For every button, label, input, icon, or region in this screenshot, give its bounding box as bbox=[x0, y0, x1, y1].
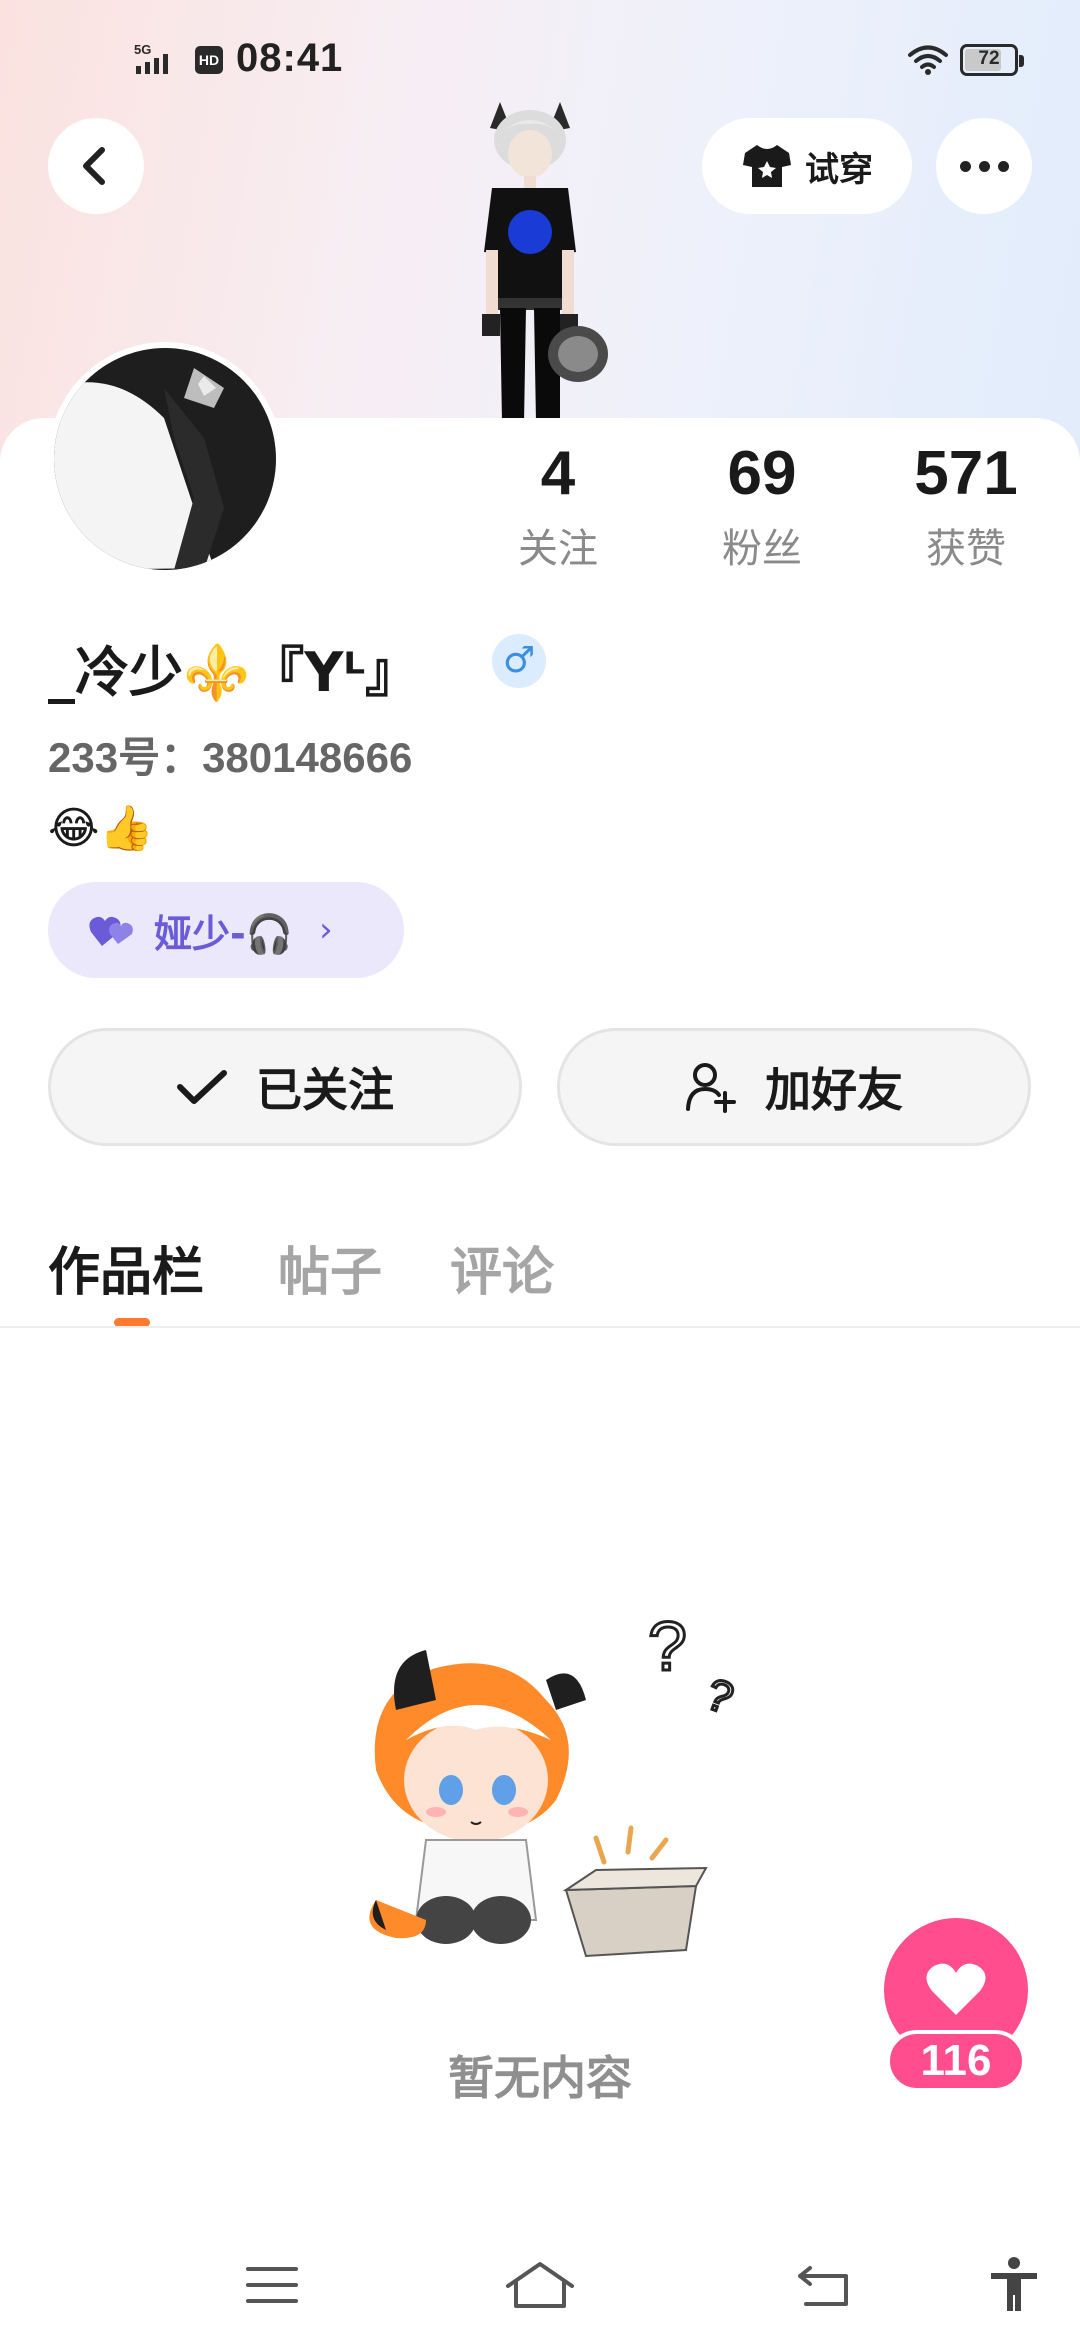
wifi-icon bbox=[908, 45, 948, 75]
more-options-button[interactable] bbox=[936, 118, 1032, 214]
battery-icon: 72 bbox=[960, 44, 1024, 76]
hd-badge: HD bbox=[195, 46, 223, 74]
add-friend-label: 加好友 bbox=[765, 1063, 903, 1117]
content-tabs: 作品栏 帖子 评论 bbox=[0, 1230, 1080, 1330]
stat-label: 获赞 bbox=[926, 526, 1006, 572]
back-arrow-icon bbox=[83, 147, 105, 185]
bio: 😂👍 bbox=[48, 803, 155, 854]
stat-value: 69 bbox=[727, 439, 797, 508]
avatar[interactable] bbox=[48, 342, 282, 576]
tab-works[interactable]: 作品栏 bbox=[48, 1230, 204, 1305]
menu-icon bbox=[246, 2267, 298, 2303]
avatar-image bbox=[54, 348, 276, 570]
checkmark-icon bbox=[177, 1070, 227, 1104]
tab-comments[interactable]: 评论 bbox=[450, 1230, 554, 1305]
like-button[interactable]: 116 bbox=[884, 1918, 1028, 2092]
home-icon bbox=[506, 2262, 574, 2308]
stat-label: 关注 bbox=[518, 526, 598, 572]
chevron-right-icon: › bbox=[319, 910, 333, 950]
empty-state-illustration: ? ? bbox=[369, 1606, 741, 1958]
stat-following[interactable]: 4 关注 bbox=[468, 438, 648, 574]
stat-value: 4 bbox=[540, 439, 576, 508]
try-on-label: 试穿 bbox=[805, 149, 873, 190]
heart-icon bbox=[926, 1963, 986, 2015]
stat-label: 粉丝 bbox=[722, 526, 802, 572]
like-count: 116 bbox=[886, 2030, 1026, 2092]
menu-nav-button[interactable] bbox=[232, 2250, 312, 2320]
more-dots-icon bbox=[959, 160, 971, 172]
try-on-button[interactable]: 试穿 bbox=[702, 118, 912, 214]
return-icon bbox=[798, 2266, 848, 2306]
tshirt-icon bbox=[743, 145, 791, 187]
back-button[interactable] bbox=[48, 118, 144, 214]
stat-followers[interactable]: 69 粉丝 bbox=[672, 438, 852, 574]
followed-label: 已关注 bbox=[256, 1063, 394, 1117]
add-friend-button[interactable]: 加好友 bbox=[557, 1028, 1031, 1146]
stat-value: 571 bbox=[914, 439, 1018, 508]
signal-icon: 5G bbox=[134, 42, 168, 74]
tab-posts[interactable]: 帖子 bbox=[278, 1230, 382, 1305]
double-heart-icon bbox=[89, 916, 133, 946]
character-figure-image bbox=[482, 102, 608, 422]
gender-male-icon: ♂ bbox=[492, 634, 546, 688]
username: _冷少⚜️『Yᴸ』 bbox=[48, 641, 420, 704]
followed-button[interactable]: 已关注 bbox=[48, 1028, 522, 1146]
accessibility-nav-button[interactable] bbox=[974, 2250, 1054, 2320]
add-user-icon bbox=[686, 1063, 736, 1113]
divider bbox=[0, 1326, 1080, 1328]
svg-text:?: ? bbox=[700, 1669, 740, 1723]
system-navigation-bar bbox=[0, 2222, 1080, 2340]
relationship-chip[interactable]: 娅少-🎧 › bbox=[48, 882, 404, 978]
home-nav-button[interactable] bbox=[500, 2250, 580, 2320]
accessibility-icon bbox=[991, 2257, 1037, 2311]
back-nav-button[interactable] bbox=[784, 2250, 864, 2320]
svg-text:5G: 5G bbox=[134, 42, 151, 57]
user-id[interactable]: 233号：380148666 bbox=[48, 724, 412, 785]
status-time: 08:41 bbox=[236, 36, 344, 80]
relationship-chip-label: 娅少-🎧 bbox=[154, 911, 294, 956]
svg-text:?: ? bbox=[648, 1607, 687, 1685]
stat-likes[interactable]: 571 获赞 bbox=[876, 438, 1056, 574]
battery-level: 72 bbox=[978, 48, 1000, 69]
